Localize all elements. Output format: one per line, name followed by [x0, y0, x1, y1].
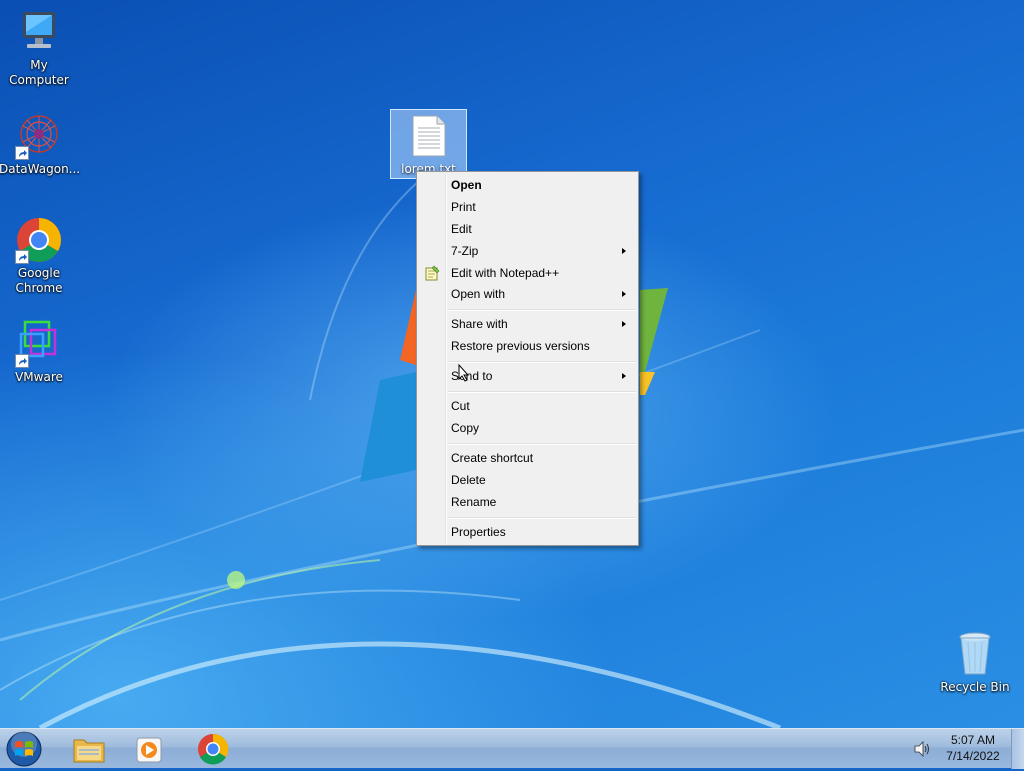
menu-item-label: Cut [451, 399, 470, 413]
menu-separator [448, 309, 636, 311]
volume-icon[interactable] [912, 740, 932, 758]
taskbar-chrome-button[interactable] [188, 732, 238, 766]
shortcut-arrow-icon [15, 146, 29, 160]
media-player-icon [136, 737, 162, 763]
menu-item-label: Edit [451, 222, 472, 236]
menu-separator [448, 391, 636, 393]
menu-item-create-shortcut[interactable]: Create shortcut [419, 447, 636, 469]
menu-item-delete[interactable]: Delete [419, 469, 636, 491]
taskbar-media-player-button[interactable] [124, 732, 174, 766]
desktop-icon-recycle-bin[interactable]: Recycle Bin [935, 630, 1015, 695]
desktop[interactable]: My Computer DataWagon... Google Chrome V… [0, 0, 1024, 728]
menu-item-label: Print [451, 200, 476, 214]
menu-item-cut[interactable]: Cut [419, 395, 636, 417]
show-desktop-button[interactable] [1011, 729, 1024, 769]
menu-item-restore-previous-versions[interactable]: Restore previous versions [419, 335, 636, 357]
menu-item-7zip[interactable]: 7-Zip [419, 240, 636, 262]
desktop-icon-my-computer[interactable]: My Computer [0, 8, 79, 88]
menu-item-open-with[interactable]: Open with [419, 283, 636, 305]
menu-separator [448, 443, 636, 445]
menu-item-label: Share with [451, 317, 508, 331]
datawagon-icon [15, 112, 63, 160]
menu-item-rename[interactable]: Rename [419, 491, 636, 513]
clock-time: 5:07 AM [950, 733, 996, 747]
selected-file-icon[interactable]: lorem.txt [390, 109, 467, 179]
menu-item-open[interactable]: Open [419, 174, 636, 196]
menu-item-properties[interactable]: Properties [419, 521, 636, 543]
menu-item-edit[interactable]: Edit [419, 218, 636, 240]
menu-item-share-with[interactable]: Share with [419, 313, 636, 335]
taskbar: 5:07 AM 7/14/2022 [0, 728, 1024, 769]
text-file-icon [412, 115, 446, 157]
submenu-arrow-icon [622, 373, 626, 379]
desktop-icon-vmware[interactable]: VMware [0, 320, 79, 385]
windows-orb-icon [6, 731, 42, 767]
menu-item-send-to[interactable]: Send to [419, 365, 636, 387]
taskbar-explorer-button[interactable] [64, 732, 114, 766]
notepad-plus-icon [425, 265, 440, 281]
vmware-icon [15, 320, 63, 368]
mouse-cursor-icon [458, 364, 470, 382]
menu-separator [448, 361, 636, 363]
menu-item-label: Open [451, 178, 482, 192]
submenu-arrow-icon [622, 321, 626, 327]
menu-item-edit-with-notepad[interactable]: Edit with Notepad++ [419, 262, 636, 284]
submenu-arrow-icon [622, 291, 626, 297]
chrome-icon [198, 733, 229, 765]
menu-item-label: Copy [451, 421, 480, 435]
recycle-bin-icon [951, 630, 999, 678]
folder-icon [73, 739, 105, 763]
clock-date: 7/14/2022 [946, 749, 1000, 763]
desktop-icon-label: DataWagon... [0, 162, 81, 176]
shortcut-arrow-icon [15, 354, 29, 368]
shortcut-arrow-icon [15, 250, 29, 264]
menu-item-print[interactable]: Print [419, 196, 636, 218]
desktop-icon-datawagon[interactable]: DataWagon... [0, 112, 81, 177]
desktop-icon-label: VMware [15, 370, 63, 384]
desktop-icon-label: Recycle Bin [940, 680, 1010, 694]
computer-icon [15, 8, 63, 56]
menu-item-copy[interactable]: Copy [419, 417, 636, 439]
desktop-icon-label: Google Chrome [15, 266, 63, 295]
menu-item-label: Delete [451, 473, 486, 487]
menu-item-label: Create shortcut [451, 451, 534, 465]
menu-separator [448, 517, 636, 519]
start-button[interactable] [4, 730, 44, 768]
menu-item-label: 7-Zip [451, 244, 479, 258]
menu-item-label: Edit with Notepad++ [451, 266, 560, 280]
menu-item-label: Restore previous versions [451, 339, 590, 353]
context-menu: Open Print Edit 7-Zip Edit with Notepad+… [416, 171, 639, 546]
menu-item-label: Rename [451, 495, 497, 509]
desktop-icon-label: My Computer [9, 58, 69, 87]
menu-item-label: Properties [451, 525, 506, 539]
taskbar-clock[interactable]: 5:07 AM 7/14/2022 [938, 732, 1008, 764]
desktop-icon-google-chrome[interactable]: Google Chrome [0, 216, 79, 296]
menu-item-label: Open with [451, 287, 506, 301]
chrome-icon [15, 216, 63, 264]
submenu-arrow-icon [622, 248, 626, 254]
